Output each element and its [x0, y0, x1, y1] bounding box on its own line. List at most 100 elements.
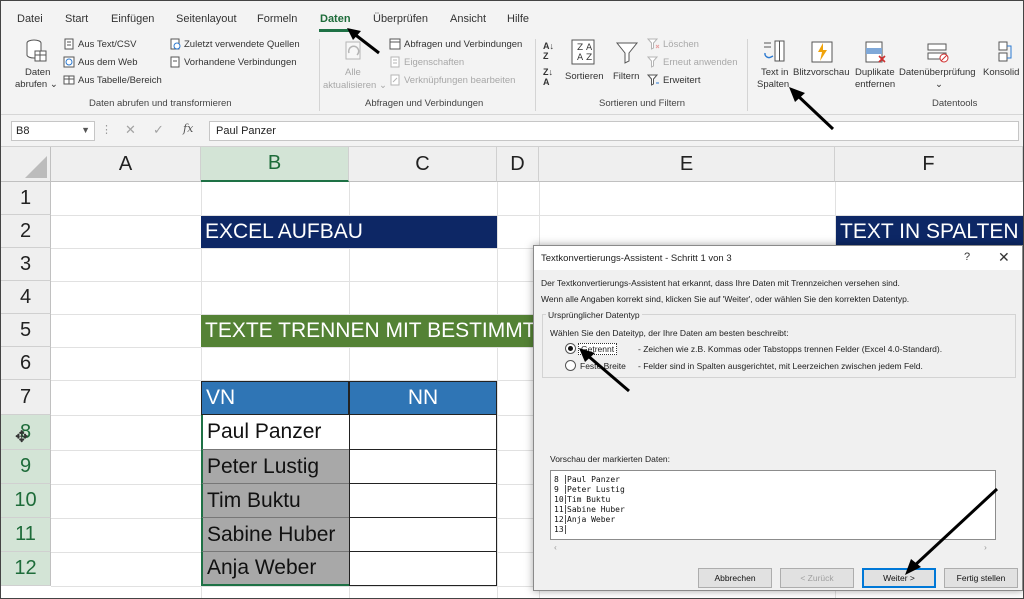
- consolidate-icon: [998, 41, 1012, 62]
- column-header-a[interactable]: A: [51, 147, 201, 182]
- row-header-6[interactable]: 6: [1, 347, 51, 380]
- cell-b9[interactable]: Peter Lustig: [201, 450, 349, 484]
- cell-c9[interactable]: [349, 450, 497, 484]
- sort-az-button[interactable]: A↓ Z Z↓ A: [543, 41, 559, 87]
- erweitert-label: Erweitert: [663, 74, 701, 86]
- row-header-4[interactable]: 4: [1, 281, 51, 314]
- aus-text-csv-button[interactable]: Aus Text/CSV: [63, 38, 136, 50]
- preview-row: 9 Peter Lustig: [554, 485, 625, 494]
- tab-ansicht[interactable]: Ansicht: [450, 13, 486, 25]
- cell-b5-banner[interactable]: TEXTE TRENNEN MIT BESTIMMTEN: [201, 315, 539, 347]
- insert-function-button[interactable]: fx: [183, 122, 193, 135]
- tab-einfuegen[interactable]: Einfügen: [111, 13, 154, 25]
- tab-seitenlayout[interactable]: Seitenlayout: [176, 13, 237, 25]
- sortieren-button[interactable]: Z A A Z Sortieren: [565, 37, 605, 95]
- row-header-3[interactable]: 3: [1, 248, 51, 281]
- chevron-left-icon[interactable]: ‹: [554, 542, 557, 552]
- cell-c10[interactable]: [349, 484, 497, 518]
- datenueberpruefung-button[interactable]: Datenüberprüfung ⌄: [899, 37, 983, 95]
- aus-dem-web-button[interactable]: Aus dem Web: [63, 56, 138, 68]
- erneut-anwenden-button[interactable]: Erneut anwenden: [647, 56, 737, 68]
- preview-box[interactable]: 8 Paul Panzer 9 Peter Lustig 10 Tim Buktu 1…: [550, 470, 996, 540]
- loeschen-button[interactable]: Löschen: [647, 38, 699, 50]
- cell-f2-banner[interactable]: TEXT IN SPALTEN: [836, 216, 1023, 248]
- cell-b11[interactable]: Sabine Huber: [201, 518, 349, 552]
- row-header-12[interactable]: 12: [1, 552, 51, 586]
- row-header-1[interactable]: 1: [1, 182, 51, 215]
- daten-abrufen-button[interactable]: Daten abrufen ⌄: [13, 37, 59, 93]
- preview-row: 10 Tim Buktu: [554, 495, 611, 504]
- formula-input[interactable]: Paul Panzer: [209, 121, 1019, 141]
- help-icon[interactable]: ?: [964, 251, 970, 263]
- preview-scrollbar[interactable]: ⌃ ⌄: [991, 471, 995, 539]
- radio-getrennt-desc: - Zeichen wie z.B. Kommas oder Tabstopps…: [638, 344, 943, 354]
- column-header-f[interactable]: F: [835, 147, 1023, 182]
- abbrechen-button[interactable]: Abbrechen: [698, 568, 772, 588]
- alle-aktualisieren-button[interactable]: Alle aktualisieren ⌄: [323, 37, 387, 95]
- radio-getrennt[interactable]: [565, 343, 576, 354]
- fieldset-legend: Ursprünglicher Datentyp: [546, 310, 642, 320]
- column-header-c[interactable]: C: [349, 147, 497, 182]
- cell-b7-header-vn[interactable]: VN: [201, 381, 349, 415]
- tab-formeln[interactable]: Formeln: [257, 13, 297, 25]
- row-header-2[interactable]: 2: [1, 215, 51, 248]
- group-label-get-data: Daten abrufen und transformieren: [89, 98, 232, 109]
- radio-feste-breite-label[interactable]: Feste Breite: [580, 361, 626, 371]
- dialog-titlebar[interactable]: Textkonvertierungs-Assistent - Schritt 1…: [534, 246, 1022, 270]
- text-file-icon: [64, 38, 74, 50]
- cell-c12[interactable]: [349, 552, 497, 586]
- cell-b10[interactable]: Tim Buktu: [201, 484, 349, 518]
- close-icon[interactable]: ✕: [998, 249, 1010, 266]
- tab-daten[interactable]: Daten: [320, 13, 351, 25]
- row-header-5[interactable]: 5: [1, 314, 51, 347]
- chevron-right-icon[interactable]: ›: [984, 542, 987, 552]
- konsolidieren-button[interactable]: Konsolid: [983, 37, 1023, 95]
- eigenschaften-label: Eigenschaften: [404, 56, 465, 68]
- cell-b12[interactable]: Anja Weber: [201, 552, 349, 586]
- text-in-label: Text in: [761, 67, 789, 78]
- row-header-7[interactable]: 7: [1, 380, 51, 415]
- chevron-down-icon[interactable]: ⌄: [993, 525, 995, 536]
- column-header-d[interactable]: D: [497, 147, 539, 182]
- weiter-button[interactable]: Weiter >: [862, 568, 936, 588]
- radio-getrennt-label[interactable]: Getrennt: [578, 343, 618, 355]
- tab-ueberpruefen[interactable]: Überprüfen: [373, 13, 428, 25]
- blitzvorschau-button[interactable]: Blitzvorschau: [793, 37, 853, 95]
- column-header-b[interactable]: B: [201, 147, 349, 182]
- row-header-9[interactable]: 9: [1, 450, 51, 484]
- cell-c11[interactable]: [349, 518, 497, 552]
- text-in-spalten-button[interactable]: Text in Spalten: [753, 37, 793, 95]
- vorhandene-verbindungen-button[interactable]: Vorhandene Verbindungen: [169, 56, 297, 68]
- erweitert-button[interactable]: Erweitert: [647, 74, 700, 86]
- chevron-down-icon[interactable]: ▼: [81, 125, 90, 135]
- abrufen-label: abrufen ⌄: [15, 79, 58, 90]
- name-box[interactable]: B8 ▼: [11, 121, 95, 141]
- column-header-e[interactable]: E: [539, 147, 835, 182]
- checkmark-icon[interactable]: ✓: [153, 122, 164, 138]
- zuletzt-label: Zuletzt verwendete Quellen: [184, 38, 300, 50]
- verknuepfungen-bearbeiten-button[interactable]: Verknüpfungen bearbeiten: [389, 74, 515, 86]
- eigenschaften-button[interactable]: Eigenschaften: [389, 56, 464, 68]
- cell-c7-header-nn[interactable]: NN: [349, 381, 497, 415]
- cancel-icon[interactable]: ✕: [125, 122, 136, 138]
- cell-b8[interactable]: Paul Panzer: [201, 415, 349, 450]
- zuletzt-verwendete-quellen-button[interactable]: Zuletzt verwendete Quellen: [169, 38, 300, 50]
- select-all-button[interactable]: [1, 147, 51, 182]
- cell-c8[interactable]: [349, 415, 497, 450]
- duplikate-entfernen-button[interactable]: Duplikate entfernen: [853, 37, 899, 95]
- row-header-10[interactable]: 10: [1, 484, 51, 518]
- radio-feste-breite[interactable]: [565, 360, 576, 371]
- cell-b2-banner[interactable]: EXCEL AUFBAU: [201, 216, 497, 248]
- tab-datei[interactable]: Datei: [17, 13, 43, 25]
- zurueck-button[interactable]: < Zurück: [780, 568, 854, 588]
- aus-tabelle-button[interactable]: Aus Tabelle/Bereich: [63, 74, 162, 86]
- fertig-stellen-button[interactable]: Fertig stellen: [944, 568, 1018, 588]
- abfragen-verbindungen-button[interactable]: Abfragen und Verbindungen: [389, 38, 522, 50]
- tab-hilfe[interactable]: Hilfe: [507, 13, 529, 25]
- filtern-button[interactable]: Filtern: [611, 37, 645, 95]
- row-header-11[interactable]: 11: [1, 518, 51, 552]
- chevron-up-icon[interactable]: ⌃: [993, 473, 995, 484]
- tab-start[interactable]: Start: [65, 13, 88, 25]
- formula-bar: B8 ▼ ⋮ ✕ ✓ fx Paul Panzer: [1, 115, 1023, 147]
- aktualisieren-label: aktualisieren ⌄: [323, 80, 387, 91]
